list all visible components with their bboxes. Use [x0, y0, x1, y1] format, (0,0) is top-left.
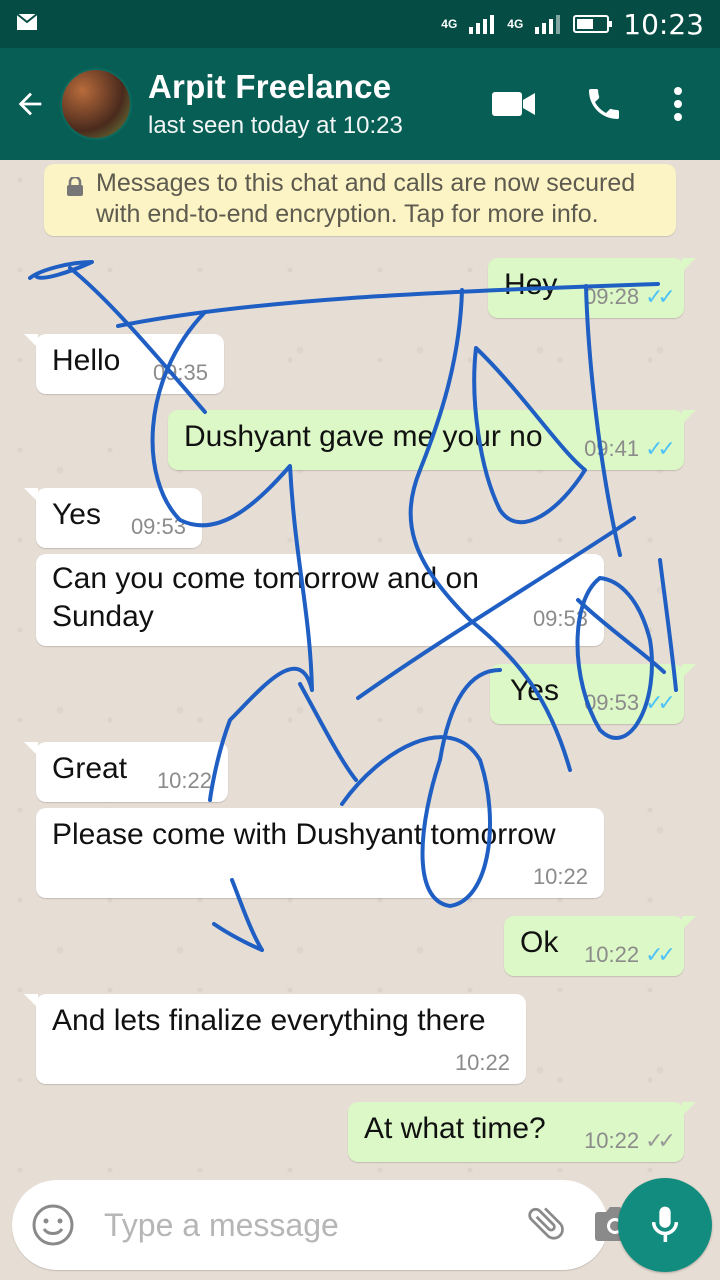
notification-mail-icon	[16, 12, 38, 36]
message-outgoing[interactable]: At what time? 10:22 ✓✓	[348, 1102, 696, 1162]
message-text: Ok	[520, 926, 559, 959]
message-outgoing[interactable]: Dushyant gave me your no 09:41 ✓✓	[168, 410, 696, 470]
read-ticks-icon: ✓✓	[645, 690, 676, 715]
read-ticks-icon: ✓✓	[645, 942, 676, 967]
message-time: 09:53	[532, 606, 588, 631]
contact-info[interactable]: Arpit Freelance last seen today at 10:23	[148, 68, 492, 140]
message-text: And lets finalize everything there	[52, 1004, 486, 1037]
status-time: 10:23	[623, 7, 704, 41]
message-incoming[interactable]: And lets finalize everything there 10:22	[24, 994, 526, 1084]
status-bar: 4G 4G 10:23	[0, 0, 720, 48]
message-text: Hey	[504, 268, 558, 301]
mic-icon	[651, 1206, 679, 1242]
message-incoming[interactable]: Please come with Dushyant tomorrow 10:22	[36, 808, 604, 898]
message-text: Dushyant gave me your no	[184, 420, 543, 453]
message-time: 09:53	[130, 514, 186, 539]
message-time: 09:35	[152, 360, 208, 385]
message-time: 09:28	[584, 284, 640, 309]
phone-icon[interactable]	[584, 84, 624, 124]
message-outgoing[interactable]: Yes 09:53 ✓✓	[490, 664, 696, 724]
back-arrow-icon[interactable]	[0, 48, 60, 160]
message-text: Yes	[510, 674, 559, 707]
message-text: Great	[52, 752, 128, 785]
message-time: 10:22	[532, 864, 588, 889]
message-text: Can you come tomorrow and on Sunday	[52, 562, 479, 633]
message-incoming[interactable]: Yes 09:53	[24, 488, 202, 548]
message-incoming[interactable]: Great 10:22	[24, 742, 228, 802]
chat-header: Arpit Freelance last seen today at 10:23	[0, 48, 720, 160]
avatar[interactable]	[60, 68, 132, 140]
delivered-ticks-icon: ✓✓	[645, 1128, 676, 1153]
chat-area[interactable]: Messages to this chat and calls are now …	[0, 160, 720, 1180]
mic-button[interactable]	[618, 1178, 712, 1272]
read-ticks-icon: ✓✓	[645, 436, 676, 461]
attach-icon[interactable]	[524, 1201, 568, 1250]
message-incoming[interactable]: Hello 09:35	[24, 334, 224, 394]
signal-icon	[469, 15, 495, 34]
signal-icon-2	[535, 15, 561, 34]
message-time: 10:22	[156, 768, 212, 793]
message-text: Yes	[52, 498, 101, 531]
message-text: At what time?	[364, 1112, 546, 1145]
message-time: 09:53	[584, 690, 640, 715]
message-time: 10:22	[584, 1128, 640, 1153]
message-text: Please come with Dushyant tomorrow	[52, 818, 556, 851]
message-outgoing[interactable]: Ok 10:22 ✓✓	[504, 916, 696, 976]
message-incoming[interactable]: Can you come tomorrow and on Sunday 09:5…	[36, 554, 604, 646]
message-time: 10:22	[584, 942, 640, 967]
message-input[interactable]	[104, 1206, 524, 1244]
read-ticks-icon: ✓✓	[645, 284, 676, 309]
contact-name: Arpit Freelance	[148, 68, 392, 105]
battery-icon	[573, 15, 613, 33]
network-indicator-1: 4G	[441, 17, 458, 31]
emoji-icon[interactable]	[30, 1202, 76, 1248]
message-composer	[12, 1180, 635, 1270]
network-indicator-2: 4G	[507, 17, 524, 31]
last-seen: last seen today at 10:23	[148, 112, 403, 139]
lock-icon	[66, 174, 84, 205]
message-time: 10:22	[454, 1050, 510, 1075]
message-text: Hello	[52, 344, 121, 377]
message-time: 09:41	[584, 436, 640, 461]
encryption-text: Messages to this chat and calls are now …	[96, 169, 636, 228]
encryption-notice[interactable]: Messages to this chat and calls are now …	[44, 164, 676, 236]
message-outgoing[interactable]: Hey 09:28 ✓✓	[488, 258, 696, 318]
more-vert-icon[interactable]	[672, 86, 684, 122]
video-call-icon[interactable]	[492, 89, 536, 119]
